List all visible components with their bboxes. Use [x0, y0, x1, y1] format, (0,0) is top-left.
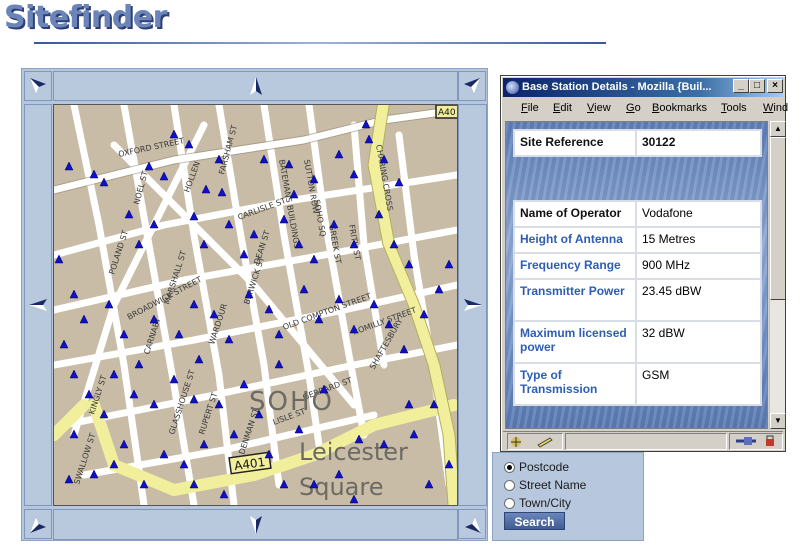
- site-reference-table: Site Reference 30122: [513, 129, 762, 157]
- composer-icon: [537, 437, 553, 448]
- scroll-thumb[interactable]: [770, 137, 786, 300]
- details-table: Name of Operator Vodafone Height of Ante…: [513, 200, 762, 406]
- navigator-icons: [511, 437, 553, 448]
- pan-northeast-button[interactable]: [458, 71, 486, 101]
- scroll-down-button[interactable]: ▼: [770, 413, 786, 429]
- detail-value: GSM: [635, 362, 762, 406]
- road-label: A40: [438, 108, 456, 118]
- detail-value: 23.45 dBW: [635, 278, 762, 322]
- map-view[interactable]: OXFORD STREET NOEL ST HOLLEN FARSHAM ST …: [53, 104, 458, 506]
- menu-file[interactable]: File: [521, 102, 539, 114]
- radio-label: Town/City: [519, 496, 572, 510]
- pan-south-button[interactable]: [53, 509, 458, 540]
- arrow-southwest-icon: [30, 517, 46, 533]
- online-icon: [736, 435, 774, 446]
- menu-bar: File Edit View Go Bookmarks Tools Wind: [503, 99, 788, 117]
- arrow-north-icon: [250, 77, 262, 95]
- table-row: Maximum licensed power 32 dBW: [513, 320, 762, 364]
- status-bar: [503, 431, 783, 450]
- site-logo: Sitefinder: [4, 0, 167, 35]
- arrow-south-icon: [250, 516, 262, 534]
- logo-underline: [34, 42, 606, 44]
- area-label-leicester: Leicester: [299, 438, 408, 466]
- detail-label: Frequency Range: [513, 252, 637, 280]
- arrow-east-icon: [464, 299, 482, 311]
- arrow-west-icon: [29, 299, 47, 311]
- menu-tools[interactable]: Tools: [721, 102, 747, 114]
- radio-street-name[interactable]: Street Name: [504, 478, 586, 492]
- table-row: Height of Antenna 15 Metres: [513, 226, 762, 254]
- menu-view[interactable]: View: [587, 102, 611, 114]
- navigator-icon: [511, 437, 521, 447]
- menu-edit[interactable]: Edit: [553, 102, 572, 114]
- scroll-up-button[interactable]: ▲: [770, 121, 786, 137]
- radio-label: Street Name: [519, 478, 587, 492]
- status-icons-cell: [507, 433, 563, 450]
- detail-value: Vodafone: [635, 200, 762, 228]
- map-frame: OXFORD STREET NOEL ST HOLLEN FARSHAM ST …: [21, 68, 488, 541]
- detail-value: 32 dBW: [635, 320, 762, 364]
- radio-button[interactable]: [504, 497, 515, 509]
- pan-southwest-button[interactable]: [24, 509, 52, 539]
- vertical-scrollbar[interactable]: ▲ ▼: [769, 121, 786, 429]
- menu-window[interactable]: Wind: [763, 102, 788, 114]
- radio-label: Postcode: [519, 460, 570, 474]
- menu-go[interactable]: Go: [626, 102, 641, 114]
- minimize-button[interactable]: _: [733, 79, 749, 93]
- road-shield-a40: A40: [435, 105, 457, 119]
- detail-label: Name of Operator: [513, 200, 637, 228]
- table-row: Name of Operator Vodafone: [513, 200, 762, 228]
- table-row: Frequency Range 900 MHz: [513, 252, 762, 280]
- radio-button[interactable]: [504, 479, 515, 491]
- maximize-button[interactable]: □: [749, 79, 765, 93]
- arrow-northwest-icon: [30, 78, 46, 94]
- search-panel: Postcode Street Name Town/City Search: [492, 452, 644, 541]
- arrow-northeast-icon: [464, 78, 480, 94]
- radio-button-selected[interactable]: [504, 461, 515, 473]
- arrow-southeast-icon: [465, 517, 481, 533]
- menu-bookmarks[interactable]: Bookmarks: [652, 102, 707, 114]
- detail-value: 900 MHz: [635, 252, 762, 280]
- radio-town-city[interactable]: Town/City: [504, 496, 571, 510]
- table-row: Type of Transmission GSM: [513, 362, 762, 406]
- table-row: Transmitter Power 23.45 dBW: [513, 278, 762, 322]
- status-text-cell: [565, 433, 727, 450]
- pan-north-button[interactable]: [53, 71, 458, 101]
- detail-label: Height of Antenna: [513, 226, 637, 254]
- radio-postcode[interactable]: Postcode: [504, 460, 569, 474]
- pan-east-button[interactable]: [458, 104, 487, 506]
- pan-northwest-button[interactable]: [24, 71, 52, 101]
- detail-label: Transmitter Power: [513, 278, 637, 322]
- details-content: Site Reference 30122 Name of Operator Vo…: [505, 121, 768, 429]
- search-button[interactable]: Search: [504, 512, 565, 530]
- site-reference-value: 30122: [635, 129, 762, 157]
- close-button[interactable]: ×: [767, 79, 783, 93]
- window-title: Base Station Details - Mozilla {Buil...: [522, 81, 712, 93]
- detail-label: Type of Transmission: [513, 362, 637, 406]
- pan-southeast-button[interactable]: [458, 509, 486, 539]
- street-map[interactable]: OXFORD STREET NOEL ST HOLLEN FARSHAM ST …: [54, 105, 457, 505]
- site-reference-label: Site Reference: [513, 129, 637, 157]
- pan-west-button[interactable]: [24, 104, 52, 506]
- detail-label: Maximum licensed power: [513, 320, 637, 364]
- detail-value: 15 Metres: [635, 226, 762, 254]
- status-security-cell: [729, 433, 783, 450]
- mozilla-icon: [506, 81, 519, 94]
- base-station-window: Base Station Details - Mozilla {Buil... …: [500, 75, 788, 452]
